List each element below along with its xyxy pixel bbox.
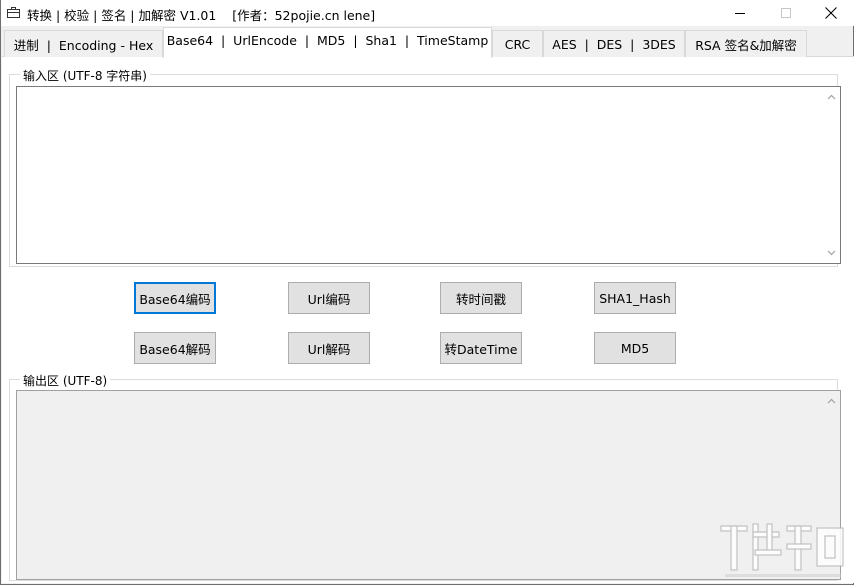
input-scrollbar[interactable] [823, 87, 840, 263]
tab-encoding-hex[interactable]: 进制 | Encoding - Hex [4, 30, 163, 57]
url-decode-button[interactable]: Url解码 [288, 332, 370, 364]
maximize-icon [781, 8, 791, 18]
sha1-hash-button[interactable]: SHA1_Hash [594, 282, 676, 314]
tab-label: 进制 | Encoding - Hex [13, 37, 154, 53]
app-window: 转换 | 校验 | 签名 | 加解密 V1.01 [作者：52pojie.cn … [0, 0, 854, 585]
tab-label: RSA 签名&加解密 [695, 37, 797, 53]
tab-label: Base64 | UrlEncode | MD5 | Sha1 | TimeSt… [166, 32, 489, 48]
maximize-button[interactable] [763, 0, 809, 26]
briefcase-icon [7, 7, 20, 18]
window-title: 转换 | 校验 | 签名 | 加解密 V1.01 [作者：52pojie.cn … [27, 8, 376, 23]
chevron-up-icon [827, 94, 836, 100]
to-datetime-button[interactable]: 转DateTime [440, 332, 522, 364]
input-textarea[interactable] [16, 86, 841, 264]
tab-crc[interactable]: CRC [492, 30, 543, 57]
base64-decode-button[interactable]: Base64解码 [134, 332, 216, 364]
base64-encode-button[interactable]: Base64编码 [134, 282, 216, 314]
close-button[interactable] [808, 0, 854, 26]
url-encode-button[interactable]: Url编码 [288, 282, 370, 314]
watermark-logo [720, 523, 844, 577]
tab-label: CRC [504, 36, 531, 52]
tab-aes-des[interactable]: AES | DES | 3DES [543, 30, 685, 57]
title-bar[interactable]: 转换 | 校验 | 签名 | 加解密 V1.01 [作者：52pojie.cn … [1, 0, 854, 26]
tab-content-pane: 输入区 (UTF-8 字符串) Base64编码 Url编码 转时间戳 SHA1… [2, 57, 854, 583]
minimize-button[interactable] [717, 0, 763, 26]
input-group-legend: 输入区 (UTF-8 字符串) [20, 67, 150, 84]
to-timestamp-button[interactable]: 转时间戳 [440, 282, 522, 314]
chevron-down-icon [827, 250, 836, 256]
md5-button[interactable]: MD5 [594, 332, 676, 364]
chevron-up-icon [827, 398, 836, 404]
tab-rsa[interactable]: RSA 签名&加解密 [685, 30, 807, 57]
minimize-icon [735, 13, 745, 14]
output-group-legend: 输出区 (UTF-8) [20, 372, 111, 389]
close-icon [825, 7, 837, 19]
tab-label: AES | DES | 3DES [552, 36, 676, 52]
tab-base64[interactable]: Base64 | UrlEncode | MD5 | Sha1 | TimeSt… [163, 27, 492, 58]
